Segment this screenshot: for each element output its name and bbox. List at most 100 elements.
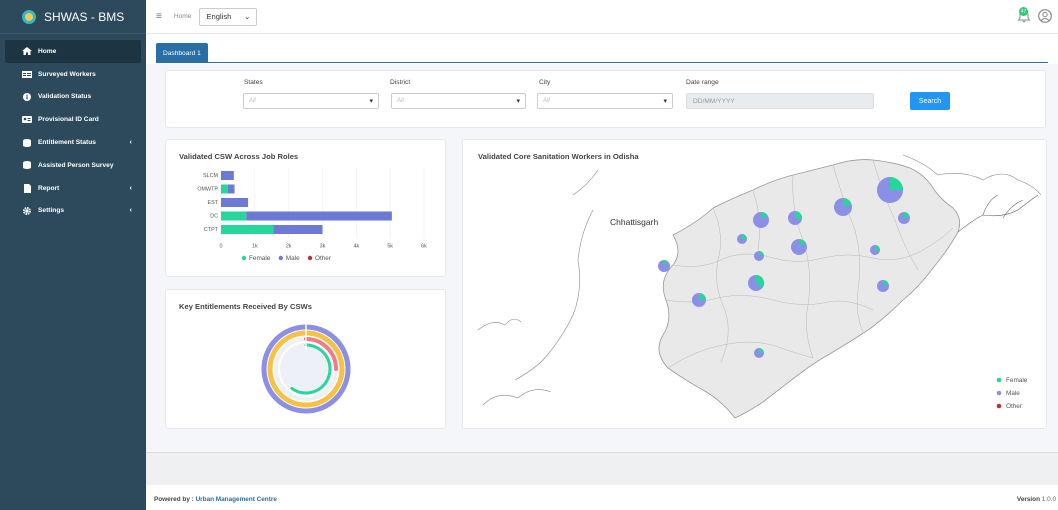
x-tick-label: 5k xyxy=(387,244,393,250)
category-label: DC xyxy=(210,214,218,220)
category-label: CTPT xyxy=(204,227,219,233)
home-link[interactable]: Home xyxy=(174,13,192,20)
entitlements-card: Key Entitlements Received By CSWs xyxy=(165,289,446,429)
job-roles-chart: 0 1k 2k 3k 4k 5k 6k SLCM OMWTP EST DC CTPT Female Mal… xyxy=(197,168,427,262)
map-card: Validated Core Sanitation Workers in Odi… xyxy=(462,139,1047,429)
x-tick-label: 2k xyxy=(286,244,292,250)
states-select[interactable]: All ▾ xyxy=(243,93,379,109)
bar-segment xyxy=(221,171,234,180)
category-label: OMWTP xyxy=(197,187,218,193)
file-icon xyxy=(22,183,32,193)
notification-badge: 47 xyxy=(1019,7,1028,16)
legend-marker xyxy=(996,390,1002,396)
district-value: All xyxy=(397,98,404,104)
legend-label: Male xyxy=(286,255,300,262)
bar-segment xyxy=(221,184,228,194)
job-roles-card: Validated CSW Across Job Roles 0 1k 2k 3k 4k… xyxy=(165,139,446,277)
category-label: SLCM xyxy=(203,173,218,179)
app-title: SHWAS - BMS xyxy=(44,9,125,24)
legend-marker xyxy=(241,255,247,261)
caret-down-icon: ▾ xyxy=(516,98,520,105)
map-legend: Female Male Other xyxy=(996,377,1028,410)
x-tick-label: 1k xyxy=(252,244,258,250)
tab-dashboard-1[interactable]: Dashboard 1 xyxy=(156,43,208,63)
bar-segment xyxy=(273,225,323,234)
sidebar-item-assisted-person-survey[interactable]: Assisted Person Survey xyxy=(0,154,146,177)
topbar: ≡ Home English ⌄ 47 xyxy=(146,0,1058,34)
tab-underline xyxy=(156,62,1048,63)
brand[interactable]: SHWAS - BMS xyxy=(0,0,146,34)
sidebar-item-label: Home xyxy=(38,47,57,55)
chevron-left-icon: ‹ xyxy=(129,139,132,147)
district-select[interactable]: All ▾ xyxy=(391,93,526,109)
version-label: Version xyxy=(1016,496,1040,503)
coastline xyxy=(957,194,1039,233)
footer-band xyxy=(146,452,1058,485)
sidebar-item-label: Settings xyxy=(38,207,65,215)
sidebar-item-label: Report xyxy=(38,184,60,192)
x-tick-label: 6k xyxy=(421,244,427,250)
user-avatar-icon[interactable] xyxy=(1038,9,1052,23)
language-select[interactable]: English ⌄ xyxy=(199,7,258,26)
category-label: EST xyxy=(208,200,219,206)
sidebar-item-validation-status[interactable]: Validation Status xyxy=(0,86,146,109)
table-icon xyxy=(22,70,32,78)
district-label: District xyxy=(390,79,411,86)
database-icon xyxy=(22,161,32,170)
legend-label: Female xyxy=(1006,377,1028,384)
sidebar-item-entitlement-status[interactable]: Entitlement Status ‹ xyxy=(0,131,146,154)
x-tick-label: 3k xyxy=(320,244,326,250)
date-range-input[interactable]: DD/MM/YYYY xyxy=(686,93,874,109)
legend-label: Male xyxy=(1006,390,1020,397)
sidebar-item-home[interactable]: Home xyxy=(5,40,141,63)
sidebar-item-settings[interactable]: Settings ‹ xyxy=(0,200,146,223)
neighbor-border xyxy=(482,389,552,406)
footer-version: Version 1.0.0 xyxy=(1017,496,1056,503)
gear-icon xyxy=(22,206,32,215)
city-label: City xyxy=(539,79,551,86)
search-button[interactable]: Search xyxy=(910,92,950,110)
sidebar-item-label: Provisional ID Card xyxy=(38,116,99,124)
states-label: States xyxy=(244,79,263,86)
home-icon xyxy=(22,47,32,56)
footer: Powered by : Urban Management Centre Ver… xyxy=(146,485,1058,510)
sidebar-nav: Home Surveyed Workers Validation Status … xyxy=(0,34,146,222)
powered-by-text: Powered by : xyxy=(154,496,196,503)
caret-down-icon: ▾ xyxy=(369,98,373,105)
odisha-map[interactable]: Female Male Other xyxy=(463,140,1047,429)
legend-marker xyxy=(307,255,313,261)
legend-label: Other xyxy=(315,255,332,262)
menu-toggle-icon[interactable]: ≡ xyxy=(156,11,162,22)
caret-down-icon: ▾ xyxy=(663,98,667,105)
neighbor-border xyxy=(477,318,522,331)
bar-segment xyxy=(246,211,392,221)
date-range-label: Date range xyxy=(686,79,719,86)
legend-label: Female xyxy=(249,255,271,262)
chevron-left-icon: ‹ xyxy=(129,207,132,215)
ring-background xyxy=(280,343,332,395)
legend-marker xyxy=(996,377,1002,383)
org-link[interactable]: Urban Management Centre xyxy=(196,496,277,503)
city-select[interactable]: All ▾ xyxy=(537,93,673,109)
bar-segment xyxy=(221,198,249,207)
footer-credit: Powered by : Urban Management Centre xyxy=(154,496,277,503)
info-icon xyxy=(22,92,32,101)
bar-segment xyxy=(227,184,235,194)
entitlements-chart xyxy=(261,323,351,414)
legend-marker xyxy=(996,403,1002,409)
chevron-down-icon: ⌄ xyxy=(244,12,251,21)
id-card-icon xyxy=(22,116,32,124)
x-tick-label: 4k xyxy=(353,244,359,250)
sidebar: SHWAS - BMS Home Surveyed Workers Valida… xyxy=(0,0,146,510)
sidebar-item-provisional-id-card[interactable]: Provisional ID Card xyxy=(0,108,146,131)
sidebar-item-report[interactable]: Report ‹ xyxy=(0,177,146,200)
logo-icon xyxy=(22,9,36,24)
sidebar-item-surveyed-workers[interactable]: Surveyed Workers xyxy=(0,63,146,86)
sidebar-item-label: Entitlement Status xyxy=(38,139,96,147)
neighbor-border xyxy=(514,169,599,381)
legend-marker xyxy=(278,255,283,261)
version-number: 1.0.0 xyxy=(1041,496,1056,503)
language-value: English xyxy=(206,12,232,21)
filter-panel: States All ▾ District All ▾ City All ▾ D… xyxy=(165,70,1046,128)
sidebar-item-label: Surveyed Workers xyxy=(38,70,96,78)
